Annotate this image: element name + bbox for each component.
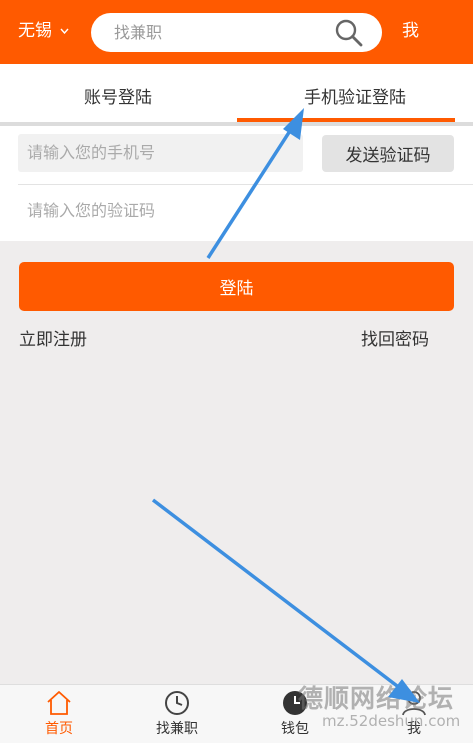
clock-icon bbox=[164, 690, 190, 716]
top-bar: 无锡 找兼职 我 bbox=[0, 0, 473, 64]
nav-item-home[interactable]: 首页 bbox=[0, 685, 118, 743]
register-link[interactable]: 立即注册 bbox=[19, 329, 87, 351]
profile-link[interactable]: 我 bbox=[402, 20, 419, 42]
city-label: 无锡 bbox=[18, 21, 52, 41]
login-button[interactable]: 登陆 bbox=[19, 262, 454, 311]
chevron-down-icon bbox=[60, 25, 69, 37]
login-form: 请输入您的手机号 发送验证码 请输入您的验证码 bbox=[0, 126, 473, 241]
watermark-text: 德顺网络论坛 bbox=[298, 684, 455, 713]
nav-label-find-job: 找兼职 bbox=[156, 721, 198, 737]
nav-item-find-job[interactable]: 找兼职 bbox=[118, 685, 236, 743]
phone-placeholder: 请输入您的手机号 bbox=[27, 143, 156, 162]
arrow-to-me-tab bbox=[151, 498, 420, 703]
watermark-url: mz.52deshun.com bbox=[322, 712, 461, 730]
code-placeholder: 请输入您的验证码 bbox=[27, 201, 156, 220]
nav-label-home: 首页 bbox=[45, 721, 73, 737]
tab-phone-login[interactable]: 手机验证登陆 bbox=[237, 64, 473, 126]
search-input[interactable]: 找兼职 bbox=[114, 22, 162, 44]
search-bar[interactable]: 找兼职 bbox=[91, 13, 382, 52]
search-icon[interactable] bbox=[334, 18, 364, 48]
forgot-password-link[interactable]: 找回密码 bbox=[361, 329, 429, 351]
city-selector[interactable]: 无锡 bbox=[18, 20, 69, 42]
divider bbox=[18, 184, 473, 185]
phone-field[interactable]: 请输入您的手机号 bbox=[18, 134, 303, 172]
home-icon bbox=[46, 690, 72, 716]
send-code-button[interactable]: 发送验证码 bbox=[322, 135, 454, 172]
verification-code-field[interactable]: 请输入您的验证码 bbox=[18, 196, 454, 226]
tab-account-login[interactable]: 账号登陆 bbox=[0, 64, 236, 126]
login-tabs: 账号登陆 手机验证登陆 bbox=[0, 64, 473, 126]
